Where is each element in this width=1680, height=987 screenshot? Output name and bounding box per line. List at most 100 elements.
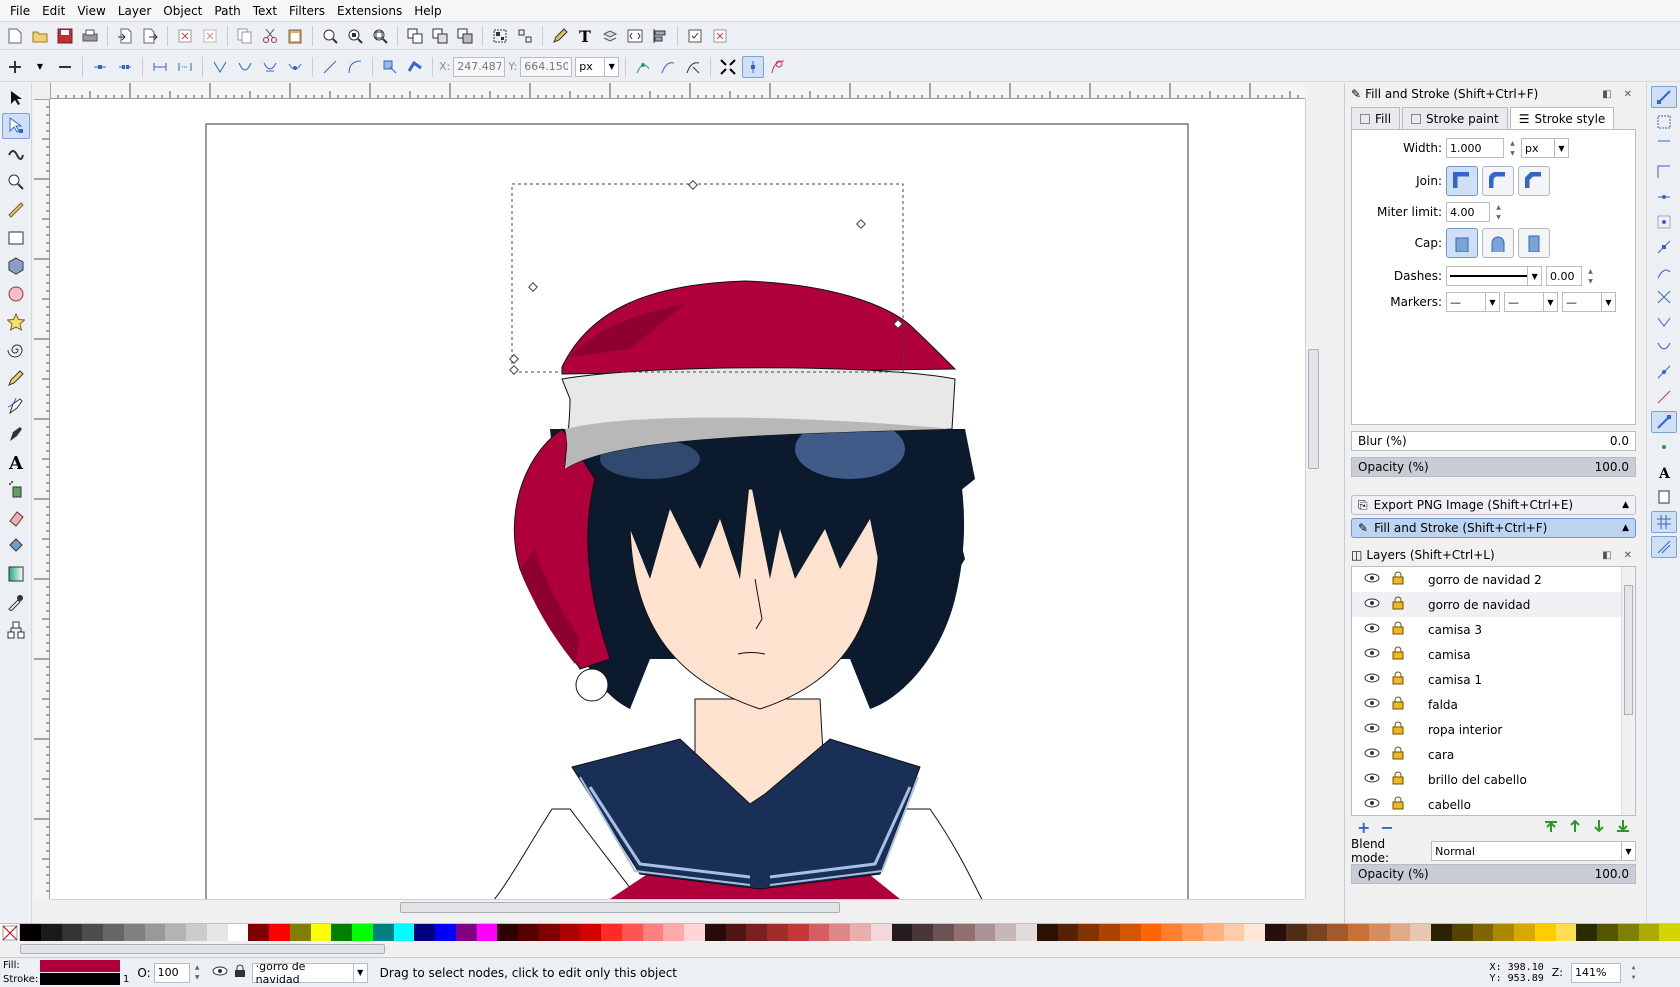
- cap-round-button[interactable]: [1482, 228, 1514, 258]
- group-icon[interactable]: [489, 25, 511, 47]
- zoom-page-icon[interactable]: [369, 25, 391, 47]
- join-round-button[interactable]: [1482, 166, 1514, 196]
- x-input[interactable]: [453, 56, 506, 77]
- rectangle-tool-icon[interactable]: [2, 225, 30, 251]
- color-swatch[interactable]: [1451, 924, 1473, 941]
- snap-object-center-icon[interactable]: [1651, 386, 1677, 408]
- layer-lock-icon[interactable]: [1392, 571, 1404, 588]
- color-swatch[interactable]: [1223, 924, 1245, 941]
- menu-extensions[interactable]: Extensions: [331, 0, 408, 22]
- color-swatch[interactable]: [559, 924, 581, 941]
- export-icon[interactable]: [139, 25, 161, 47]
- miter-input[interactable]: 4.00: [1446, 202, 1490, 222]
- palette-scrollbar[interactable]: [0, 941, 1680, 957]
- 3d-box-tool-icon[interactable]: [2, 253, 30, 279]
- iconify-icon[interactable]: ◧: [1602, 550, 1611, 561]
- zoom-selection-icon[interactable]: [319, 25, 341, 47]
- color-swatch[interactable]: [393, 924, 415, 941]
- color-swatch[interactable]: [1244, 924, 1265, 941]
- color-swatch[interactable]: [1099, 924, 1120, 941]
- spiral-tool-icon[interactable]: [2, 337, 30, 363]
- color-swatch[interactable]: [206, 924, 228, 941]
- layer-visibility-eye-icon[interactable]: [212, 965, 228, 980]
- drawing-canvas[interactable]: [50, 99, 1305, 899]
- color-swatch[interactable]: [1410, 924, 1431, 941]
- mid-marker-select[interactable]: — ▼: [1504, 292, 1558, 312]
- layer-visibility-eye-icon[interactable]: [1364, 747, 1380, 762]
- color-swatch[interactable]: [82, 924, 103, 941]
- menu-text[interactable]: Text: [247, 0, 283, 22]
- paint-bucket-tool-icon[interactable]: [2, 533, 30, 559]
- layer-visibility-eye-icon[interactable]: [1364, 672, 1380, 687]
- zoom-spinner[interactable]: ▲ ▼: [1629, 963, 1638, 983]
- color-swatch[interactable]: [580, 924, 601, 941]
- snap-bbox-edge-icon[interactable]: [1651, 136, 1677, 158]
- snap-midpoint-icon[interactable]: [1651, 361, 1677, 383]
- node-auto-icon[interactable]: [284, 56, 306, 78]
- join-nodes-icon[interactable]: [89, 56, 111, 78]
- layer-lock-icon[interactable]: [1392, 671, 1404, 688]
- width-spinner[interactable]: ▲ ▼: [1508, 138, 1517, 158]
- import-icon[interactable]: [114, 25, 136, 47]
- calligraphy-tool-icon[interactable]: [2, 421, 30, 447]
- fill-stroke-panel-tab[interactable]: ✎ Fill and Stroke (Shift+Ctrl+F) ▲: [1351, 518, 1636, 538]
- object-to-path-icon[interactable]: [379, 56, 401, 78]
- layer-lock-icon[interactable]: [1392, 721, 1404, 738]
- color-swatch[interactable]: [1493, 924, 1514, 941]
- spray-tool-icon[interactable]: [2, 477, 30, 503]
- layer-lock-icon[interactable]: [1392, 646, 1404, 663]
- clippath-edit-icon[interactable]: [657, 56, 679, 78]
- raise-layer-top-icon[interactable]: [1544, 819, 1558, 836]
- zoom-tool-icon[interactable]: [2, 169, 30, 195]
- layer-row[interactable]: gorro de navidad 2: [1352, 567, 1635, 592]
- star-tool-icon[interactable]: [2, 309, 30, 335]
- blend-mode-select[interactable]: Normal ▼: [1431, 841, 1636, 861]
- close-icon[interactable]: ✕: [1624, 550, 1632, 561]
- paste-icon[interactable]: [284, 25, 306, 47]
- undo-icon[interactable]: [174, 25, 196, 47]
- color-swatch[interactable]: [1265, 924, 1286, 941]
- menu-object[interactable]: Object: [157, 0, 208, 22]
- color-swatch[interactable]: [538, 924, 560, 941]
- snap-page-icon[interactable]: [1651, 486, 1677, 508]
- color-swatch[interactable]: [1182, 924, 1203, 941]
- color-swatch[interactable]: [518, 924, 539, 941]
- color-swatch[interactable]: [1202, 924, 1224, 941]
- pen-tool-icon[interactable]: [2, 393, 30, 419]
- stroke-to-path-icon[interactable]: [404, 56, 426, 78]
- color-swatch[interactable]: [1327, 924, 1348, 941]
- layer-opacity-slider[interactable]: Opacity (%) 100.0: [1351, 864, 1636, 884]
- color-swatch[interactable]: [1285, 924, 1307, 941]
- color-swatch[interactable]: [1617, 924, 1639, 941]
- snap-smooth-icon[interactable]: [1651, 336, 1677, 358]
- layer-lock-icon[interactable]: [1392, 771, 1404, 788]
- color-swatch[interactable]: [953, 924, 975, 941]
- color-swatch[interactable]: [227, 924, 249, 941]
- snap-grid-icon[interactable]: [1651, 511, 1677, 533]
- color-swatch[interactable]: [1597, 924, 1618, 941]
- layer-row[interactable]: camisa 3: [1352, 617, 1635, 642]
- object-opacity-spinner[interactable]: ▲ ▼: [193, 963, 202, 983]
- color-swatch[interactable]: [601, 924, 622, 941]
- layer-visibility-eye-icon[interactable]: [1364, 797, 1380, 812]
- cut-icon[interactable]: [259, 25, 281, 47]
- color-swatch[interactable]: [1555, 924, 1577, 941]
- width-input[interactable]: 1.000: [1446, 138, 1504, 158]
- snap-text-baseline-icon[interactable]: [1651, 436, 1677, 458]
- color-swatch[interactable]: [248, 924, 269, 941]
- raise-layer-icon[interactable]: [1568, 819, 1582, 836]
- layer-lock-icon[interactable]: [1392, 696, 1404, 713]
- layer-lock-icon[interactable]: [1392, 746, 1404, 763]
- delete-segment-icon[interactable]: [174, 56, 196, 78]
- zoom-input[interactable]: 141%: [1571, 962, 1621, 983]
- miter-spinner[interactable]: ▲ ▼: [1494, 202, 1503, 222]
- snap-bbox-icon[interactable]: [1651, 111, 1677, 133]
- start-marker-select[interactable]: — ▼: [1446, 292, 1500, 312]
- color-swatch[interactable]: [767, 924, 788, 941]
- node-tool-icon[interactable]: [2, 113, 30, 139]
- horizontal-scroll-thumb[interactable]: [400, 902, 840, 913]
- layers-scrollbar[interactable]: [1621, 567, 1635, 815]
- horizontal-scrollbar[interactable]: [50, 899, 1305, 915]
- layer-row[interactable]: brillo del cabello: [1352, 767, 1635, 792]
- palette-scroll-thumb[interactable]: [20, 944, 385, 954]
